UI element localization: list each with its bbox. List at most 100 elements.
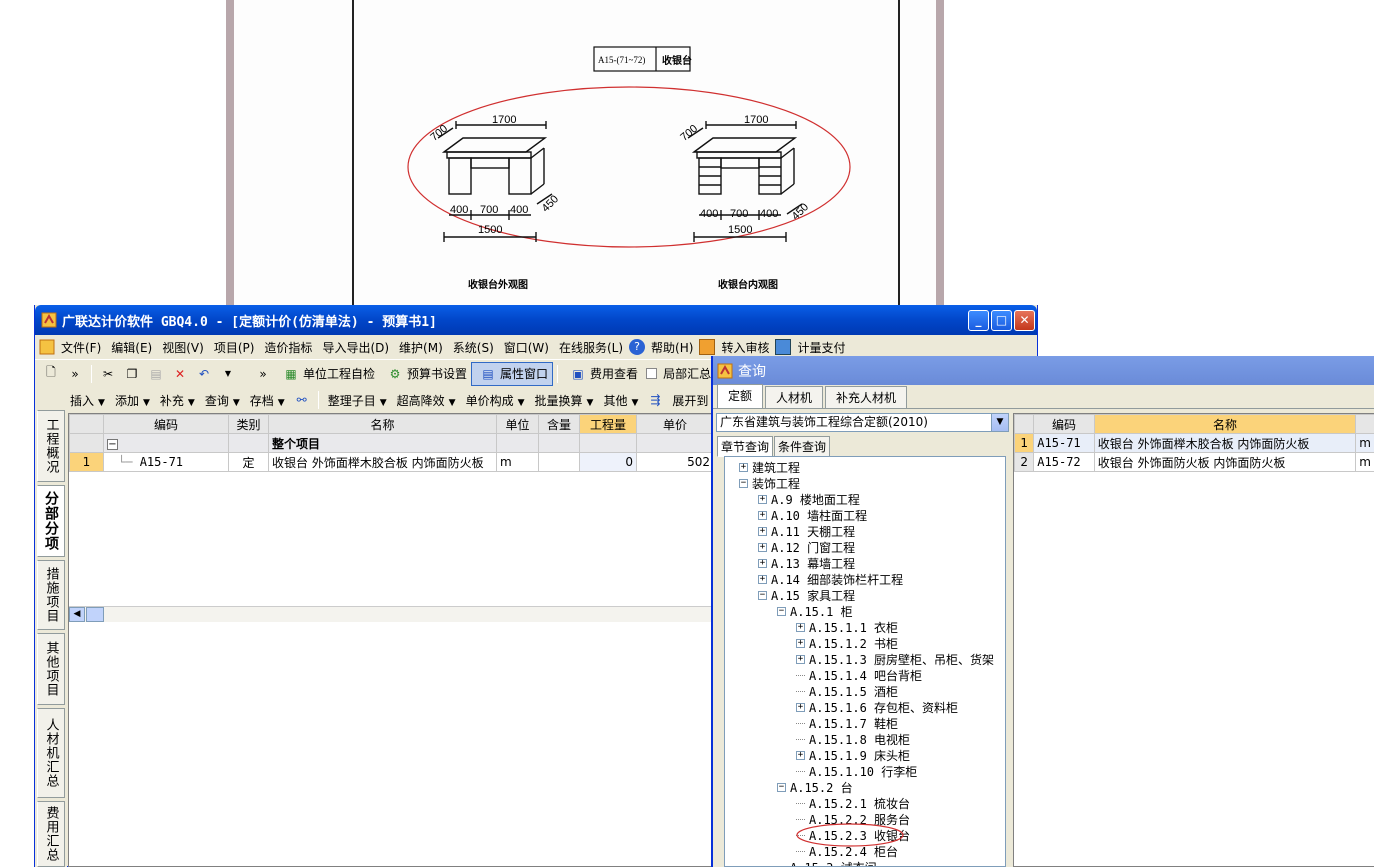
delete-icon[interactable]: ✕ [171, 365, 189, 383]
undo-dropdown-icon[interactable]: ▼ [219, 365, 237, 383]
row-number[interactable]: 1 [69, 452, 104, 472]
col-header-name[interactable]: 名称 [268, 414, 497, 434]
collapse-icon[interactable]: − [758, 590, 767, 600]
expand-icon[interactable]: + [758, 510, 767, 520]
paste-icon[interactable]: ▤ [147, 365, 165, 383]
col-header-name[interactable]: 名称 [1093, 414, 1357, 434]
col-header-content[interactable]: 含量 [538, 414, 580, 434]
cost-view-button[interactable]: ▣ 费用查看 [562, 363, 642, 385]
group-row[interactable]: − 整个项目 [69, 433, 714, 453]
tab-project-overview[interactable]: 工程概况 [37, 410, 65, 482]
toolbar-overflow-icon-2[interactable]: » [254, 365, 272, 383]
budget-settings-button[interactable]: ⚙ 预算书设置 [379, 363, 471, 385]
tab-supplement-labor-material[interactable]: 补充人材机 [825, 386, 908, 408]
main-titlebar[interactable]: 广联达计价软件 GBQ4.0 - [定额计价(仿清单法) - 预算书1] _ □… [35, 305, 1037, 335]
tree-node[interactable]: + A.13 幕墙工程 [758, 555, 855, 571]
chevron-down-icon[interactable]: ▼ [991, 414, 1008, 431]
query-menu[interactable]: 查询 ▼ [200, 392, 245, 409]
menu-window[interactable]: 窗口(W) [500, 339, 555, 356]
menu-project[interactable]: 项目(P) [210, 339, 261, 356]
col-header-price[interactable]: 单价 [636, 414, 714, 434]
unit-price-menu[interactable]: 单价构成 ▼ [461, 392, 530, 409]
tree-node[interactable]: A.15.1.10 行李柜 [796, 763, 917, 779]
table-row[interactable]: 1 └─ A15-71 定 收银台 外饰面榉木胶合板 内饰面防火板 m 0 50… [69, 452, 714, 472]
tab-condition-query[interactable]: 条件查询 [774, 436, 831, 457]
expand-icon[interactable]: + [758, 542, 767, 552]
tree-node[interactable]: + A.15.1.3 厨房壁柜、吊柜、货架 [796, 651, 994, 667]
new-file-icon[interactable]: 🗋 [42, 365, 60, 383]
menu-edit[interactable]: 编辑(E) [107, 339, 158, 356]
tree-node[interactable]: + A.12 门窗工程 [758, 539, 855, 555]
content-cell[interactable] [538, 452, 580, 472]
menu-cost-index[interactable]: 造价指标 [260, 339, 318, 356]
tree-node[interactable]: + A.15.1.1 衣柜 [796, 619, 898, 635]
row-number[interactable]: 1 [1013, 433, 1035, 453]
name-cell[interactable]: 收银台 外饰面榉木胶合板 内饰面防火板 [1093, 433, 1357, 453]
tree-node[interactable]: − 装饰工程 [739, 475, 800, 491]
quota-library-select[interactable]: 广东省建筑与装饰工程综合定额(2010) ▼ [716, 413, 1009, 432]
binoculars-icon[interactable]: ⚯ [293, 391, 311, 409]
collapse-icon[interactable]: − [107, 439, 118, 450]
group-toggle-cell[interactable]: − [103, 433, 229, 453]
copy-icon[interactable]: ❐ [123, 365, 141, 383]
unit-cell[interactable]: m [496, 452, 539, 472]
row-number[interactable]: 2 [1013, 452, 1035, 472]
expand-icon[interactable]: + [739, 462, 748, 472]
tree-node[interactable]: + A.15.1.2 书柜 [796, 635, 898, 651]
expand-icon[interactable]: + [758, 494, 767, 504]
tree-node[interactable]: A.15.1.8 电视柜 [796, 731, 910, 747]
type-cell[interactable]: 定 [228, 452, 269, 472]
tree-node[interactable]: A.15.3 试衣间 [777, 859, 877, 867]
col-header-unit[interactable] [1355, 414, 1374, 434]
tab-labor-material-summary[interactable]: 人材机汇总 [37, 708, 65, 798]
organize-items-menu[interactable]: 整理子目 ▼ [323, 392, 392, 409]
batch-convert-menu[interactable]: 批量换算 ▼ [530, 392, 599, 409]
quantity-cell[interactable]: 0 [579, 452, 637, 472]
expand-icon[interactable]: + [796, 702, 805, 712]
col-header-type[interactable]: 类别 [228, 414, 269, 434]
tree-node[interactable]: + A.9 楼地面工程 [758, 491, 860, 507]
expand-icon[interactable]: + [796, 622, 805, 632]
tree-node[interactable]: + A.10 墙柱面工程 [758, 507, 867, 523]
self-check-button[interactable]: ▦ 单位工程自检 [275, 363, 379, 385]
col-header-code[interactable]: 编码 [103, 414, 229, 434]
tree-node[interactable]: + A.15.1.6 存包柜、资料柜 [796, 699, 958, 715]
scroll-left-icon[interactable]: ◀ [69, 607, 85, 622]
tree-node[interactable]: + A.11 天棚工程 [758, 523, 855, 539]
cut-icon[interactable]: ✂ [99, 365, 117, 383]
tree-node[interactable]: A.15.2.1 梳妆台 [796, 795, 910, 811]
property-window-button[interactable]: ▤ 属性窗口 [471, 361, 554, 386]
tab-cost-summary[interactable]: 费用汇总 [37, 801, 65, 867]
menu-payment[interactable]: 计量支付 [793, 339, 851, 356]
col-header-code[interactable]: 编码 [1033, 414, 1095, 434]
expand-icon[interactable]: + [796, 654, 805, 664]
height-efficiency-menu[interactable]: 超高降效 ▼ [392, 392, 461, 409]
expand-icon[interactable]: + [758, 526, 767, 536]
tree-node[interactable]: A.15.1.7 鞋柜 [796, 715, 898, 731]
tree-node[interactable]: + A.15.1.9 床头柜 [796, 747, 910, 763]
insert-menu[interactable]: 插入 ▼ [65, 392, 110, 409]
archive-menu[interactable]: 存档 ▼ [245, 392, 290, 409]
menu-system[interactable]: 系统(S) [449, 339, 500, 356]
menu-view[interactable]: 视图(V) [158, 339, 210, 356]
minimize-button[interactable]: _ [968, 309, 989, 331]
tab-chapter-query[interactable]: 章节查询 [717, 436, 774, 457]
code-cell[interactable]: └─ A15-71 [103, 452, 229, 472]
code-cell[interactable]: A15-71 [1033, 433, 1095, 453]
tab-measures[interactable]: 措施项目 [37, 560, 65, 630]
collapse-icon[interactable]: − [777, 782, 786, 792]
expand-to-menu[interactable]: 展开到 [667, 392, 713, 409]
expand-icon[interactable]: + [796, 750, 805, 760]
toolbar-overflow-icon[interactable]: » [66, 365, 84, 383]
tree-node[interactable]: A.15.1.5 酒柜 [796, 683, 898, 699]
menu-help[interactable]: 帮助(H) [647, 339, 699, 356]
col-header-quantity[interactable]: 工程量 [579, 414, 637, 434]
add-menu[interactable]: 添加 ▼ [110, 392, 155, 409]
menu-file[interactable]: 文件(F) [57, 339, 107, 356]
table-row[interactable]: 2 A15-72 收银台 外饰面防火板 内饰面防火板 m [1013, 452, 1374, 472]
tree-node[interactable]: − A.15 家具工程 [758, 587, 855, 603]
tree-node[interactable]: + A.14 细部装饰栏杆工程 [758, 571, 903, 587]
group-name-cell[interactable]: 整个项目 [268, 433, 497, 453]
scroll-thumb[interactable] [86, 607, 104, 622]
other-menu[interactable]: 其他 ▼ [598, 392, 643, 409]
